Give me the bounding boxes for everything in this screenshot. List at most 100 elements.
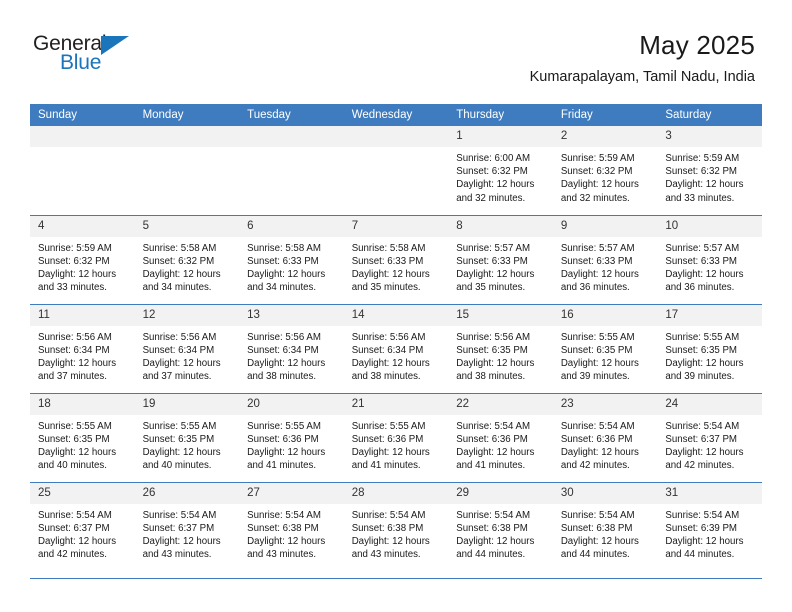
calendar-day-cell[interactable]: 22 Sunrise: 5:54 AM Sunset: 6:36 PM Dayligh… <box>448 392 553 482</box>
daylight-text-line1: Daylight: 12 hours <box>142 535 221 547</box>
calendar-day-cell[interactable]: 7 Sunrise: 5:58 AM Sunset: 6:33 PM Daylight… <box>343 214 449 304</box>
calendar-day-cell[interactable]: 30 Sunrise: 5:54 AM Sunset: 6:38 PM Dayligh… <box>552 481 658 571</box>
sunrise-text: Sunrise: 5:55 AM <box>351 420 426 432</box>
daylight-text-line2: and 37 minutes. <box>142 371 212 383</box>
sunset-text: Sunset: 6:37 PM <box>142 522 215 534</box>
calendar-day-cell[interactable]: 11 Sunrise: 5:56 AM Sunset: 6:34 PM Dayligh… <box>30 303 135 393</box>
daylight-text-line2: and 33 minutes. <box>38 282 107 294</box>
sunset-text: Sunset: 6:33 PM <box>456 255 528 267</box>
calendar-day-cell[interactable]: 25 Sunrise: 5:54 AM Sunset: 6:37 PM Dayligh… <box>30 481 135 571</box>
day-number <box>343 126 449 147</box>
calendar-day-cell[interactable]: 18 Sunrise: 5:55 AM Sunset: 6:35 PM Dayligh… <box>30 392 135 482</box>
day-details: Sunrise: 5:58 AM Sunset: 6:33 PM Daylight:… <box>239 237 344 295</box>
calendar-day-cell[interactable]: 24 Sunrise: 5:54 AM Sunset: 6:37 PM Dayligh… <box>657 392 762 482</box>
day-number: 30 <box>552 482 658 504</box>
calendar-day-cell[interactable]: 12 Sunrise: 5:56 AM Sunset: 6:34 PM Dayligh… <box>134 303 240 393</box>
daylight-text-line2: and 43 minutes. <box>142 549 212 561</box>
calendar-day-cell[interactable]: 21 Sunrise: 5:55 AM Sunset: 6:36 PM Dayligh… <box>343 392 449 482</box>
daylight-text-line2: and 35 minutes. <box>456 282 526 294</box>
calendar-week-row: 4 Sunrise: 5:59 AM Sunset: 6:32 PM Daylight… <box>30 214 762 304</box>
daylight-text-line1: Daylight: 12 hours <box>560 535 639 547</box>
weekday-header-saturday: Saturday <box>657 104 762 126</box>
day-number: 13 <box>239 304 344 326</box>
brand-name-blue: Blue <box>60 51 102 74</box>
day-number: 8 <box>448 215 553 237</box>
daylight-text-line2: and 36 minutes. <box>665 282 735 294</box>
calendar-day-cell[interactable]: 2 Sunrise: 5:59 AM Sunset: 6:32 PM Daylight… <box>552 126 658 215</box>
day-number <box>134 126 240 147</box>
sunset-text: Sunset: 6:38 PM <box>560 522 633 534</box>
day-details: Sunrise: 5:59 AM Sunset: 6:32 PM Daylight:… <box>30 237 135 295</box>
calendar-day-cell[interactable]: 13 Sunrise: 5:56 AM Sunset: 6:34 PM Dayligh… <box>239 303 344 393</box>
sunrise-text: Sunrise: 5:57 AM <box>560 242 635 254</box>
calendar-day-cell[interactable]: 14 Sunrise: 5:56 AM Sunset: 6:34 PM Dayligh… <box>343 303 449 393</box>
daylight-text-line1: Daylight: 12 hours <box>38 535 117 547</box>
sunset-text: Sunset: 6:36 PM <box>456 433 528 445</box>
sunrise-text: Sunrise: 5:54 AM <box>560 420 635 432</box>
sunrise-text: Sunrise: 5:59 AM <box>560 153 635 164</box>
sunrise-text: Sunrise: 5:56 AM <box>247 331 321 343</box>
daylight-text-line1: Daylight: 12 hours <box>456 357 535 369</box>
sunset-text: Sunset: 6:32 PM <box>142 255 215 267</box>
daylight-text-line2: and 44 minutes. <box>665 549 735 561</box>
day-details: Sunrise: 5:57 AM Sunset: 6:33 PM Daylight:… <box>553 237 658 295</box>
calendar-day-cell[interactable]: 26 Sunrise: 5:54 AM Sunset: 6:37 PM Dayligh… <box>134 481 240 571</box>
calendar-day-cell[interactable]: 10 Sunrise: 5:57 AM Sunset: 6:33 PM Dayligh… <box>657 214 762 304</box>
sunrise-text: Sunrise: 5:58 AM <box>142 242 217 254</box>
day-number: 22 <box>448 393 553 415</box>
calendar-day-cell[interactable]: 20 Sunrise: 5:55 AM Sunset: 6:36 PM Dayligh… <box>239 392 344 482</box>
calendar-day-cell[interactable]: 15 Sunrise: 5:56 AM Sunset: 6:35 PM Dayligh… <box>448 303 553 393</box>
sunset-text: Sunset: 6:33 PM <box>351 255 424 267</box>
sunrise-text: Sunrise: 5:56 AM <box>38 331 112 343</box>
day-number <box>30 126 135 147</box>
sunset-text: Sunset: 6:37 PM <box>665 433 737 445</box>
daylight-text-line1: Daylight: 12 hours <box>351 268 430 280</box>
day-details: Sunrise: 5:54 AM Sunset: 6:39 PM Daylight:… <box>657 504 762 562</box>
calendar-day-cell[interactable]: 3 Sunrise: 5:59 AM Sunset: 6:32 PM Daylight… <box>657 126 762 215</box>
brand-logo[interactable]: General Blue <box>33 33 163 75</box>
daylight-text-line1: Daylight: 12 hours <box>665 179 744 191</box>
day-details: Sunrise: 5:54 AM Sunset: 6:37 PM Daylight:… <box>657 415 762 473</box>
sunset-text: Sunset: 6:39 PM <box>665 522 737 534</box>
day-number: 9 <box>552 215 658 237</box>
sunrise-text: Sunrise: 5:59 AM <box>665 153 740 164</box>
calendar-day-cell[interactable]: 8 Sunrise: 5:57 AM Sunset: 6:33 PM Daylight… <box>448 214 553 304</box>
day-details: Sunrise: 5:58 AM Sunset: 6:32 PM Daylight:… <box>135 237 240 295</box>
calendar-day-cell[interactable]: 29 Sunrise: 5:54 AM Sunset: 6:38 PM Dayligh… <box>448 481 553 571</box>
daylight-text-line2: and 38 minutes. <box>456 371 526 383</box>
daylight-text-line1: Daylight: 12 hours <box>351 357 430 369</box>
calendar-day-cell[interactable]: 23 Sunrise: 5:54 AM Sunset: 6:36 PM Dayligh… <box>552 392 658 482</box>
day-number: 23 <box>552 393 658 415</box>
weekday-header-tuesday: Tuesday <box>239 104 344 126</box>
daylight-text-line1: Daylight: 12 hours <box>38 446 117 458</box>
sunset-text: Sunset: 6:35 PM <box>560 344 633 356</box>
sunrise-text: Sunrise: 5:55 AM <box>142 420 217 432</box>
daylight-text-line2: and 42 minutes. <box>560 460 630 472</box>
day-number: 29 <box>448 482 553 504</box>
calendar-day-cell[interactable]: 6 Sunrise: 5:58 AM Sunset: 6:33 PM Daylight… <box>239 214 344 304</box>
calendar-day-cell[interactable]: 5 Sunrise: 5:58 AM Sunset: 6:32 PM Daylight… <box>134 214 240 304</box>
sunset-text: Sunset: 6:37 PM <box>38 522 110 534</box>
calendar-day-cell[interactable]: 19 Sunrise: 5:55 AM Sunset: 6:35 PM Dayligh… <box>134 392 240 482</box>
daylight-text-line1: Daylight: 12 hours <box>38 268 117 280</box>
calendar-day-cell[interactable]: 4 Sunrise: 5:59 AM Sunset: 6:32 PM Daylight… <box>30 214 135 304</box>
calendar-day-cell[interactable]: 17 Sunrise: 5:55 AM Sunset: 6:35 PM Dayligh… <box>657 303 762 393</box>
day-number: 21 <box>343 393 449 415</box>
daylight-text-line1: Daylight: 12 hours <box>560 179 639 191</box>
sunset-text: Sunset: 6:38 PM <box>351 522 424 534</box>
calendar-day-cell[interactable]: 16 Sunrise: 5:55 AM Sunset: 6:35 PM Dayligh… <box>552 303 658 393</box>
weekday-header-monday: Monday <box>134 104 240 126</box>
daylight-text-line1: Daylight: 12 hours <box>665 268 744 280</box>
calendar-header-row: Sunday Monday Tuesday Wednesday Thursday Frid… <box>30 104 762 126</box>
calendar-day-cell[interactable]: 31 Sunrise: 5:54 AM Sunset: 6:39 PM Dayligh… <box>657 481 762 571</box>
daylight-text-line2: and 40 minutes. <box>142 460 212 472</box>
calendar-day-cell[interactable]: 1 Sunrise: 6:00 AM Sunset: 6:32 PM Daylight… <box>448 126 553 215</box>
calendar-day-cell[interactable]: 28 Sunrise: 5:54 AM Sunset: 6:38 PM Dayligh… <box>343 481 449 571</box>
calendar-day-cell[interactable]: 9 Sunrise: 5:57 AM Sunset: 6:33 PM Daylight… <box>552 214 658 304</box>
sunset-text: Sunset: 6:35 PM <box>456 344 528 356</box>
calendar-day-cell[interactable]: 27 Sunrise: 5:54 AM Sunset: 6:38 PM Dayligh… <box>239 481 344 571</box>
day-details: Sunrise: 5:56 AM Sunset: 6:34 PM Daylight:… <box>135 326 240 384</box>
day-number: 20 <box>239 393 344 415</box>
sunrise-text: Sunrise: 5:54 AM <box>665 420 740 432</box>
daylight-text-line2: and 32 minutes. <box>456 192 526 204</box>
